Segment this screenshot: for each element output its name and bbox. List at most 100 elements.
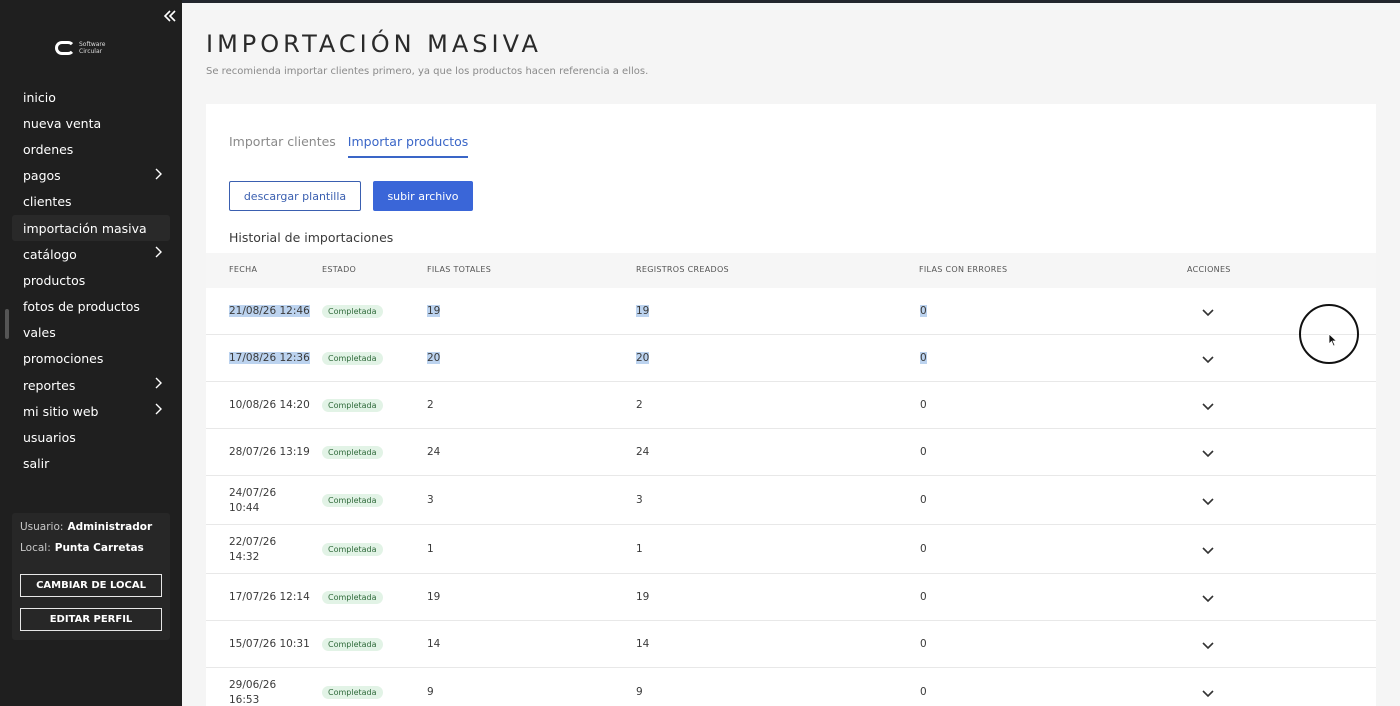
sidebar-item-clientes[interactable]: clientes (12, 189, 170, 215)
sidebar-item-mi-sitio-web[interactable]: mi sitio web (12, 398, 170, 424)
chevron-right-icon (154, 377, 164, 393)
cell-filas-con-errores: 0 (920, 543, 927, 555)
sidebar-item-pagos[interactable]: pagos (12, 163, 170, 189)
cell-registros-creados: 2 (636, 399, 643, 411)
cell-filas-totales: 14 (427, 638, 441, 650)
table-row[interactable]: 21/08/26 12:46 Completada 19 19 0 (206, 288, 1376, 335)
cell-filas-totales: 3 (427, 494, 434, 506)
history-title: Historial de importaciones (229, 230, 394, 245)
table-row[interactable]: 17/08/26 12:36 Completada 20 20 0 (206, 335, 1376, 382)
sidebar-nav: inicio nueva venta ordenes pagos clientes imp… (12, 84, 170, 477)
download-template-button[interactable]: descargar plantilla (229, 181, 361, 211)
status-badge: Completada (322, 305, 383, 318)
sidebar-item-label: fotos de productos (23, 299, 140, 315)
sidebar-item-label: mi sitio web (23, 403, 99, 419)
sidebar-item-label: ordenes (23, 141, 74, 157)
cell-registros-creados: 3 (636, 494, 643, 506)
cell-fecha: 17/08/26 12:36 (229, 352, 310, 364)
chevron-down-icon[interactable] (1201, 446, 1215, 460)
chevron-down-icon[interactable] (1201, 352, 1215, 366)
local-label: Local: (20, 542, 51, 554)
cell-filas-con-errores: 0 (920, 686, 927, 698)
sidebar-item-productos[interactable]: productos (12, 267, 170, 293)
cell-fecha: 17/07/26 12:14 (229, 591, 310, 603)
sidebar-item-label: inicio (23, 89, 56, 105)
chevron-down-icon[interactable] (1201, 305, 1215, 319)
sidebar-item-usuarios[interactable]: usuarios (12, 424, 170, 450)
sidebar-item-nueva-venta[interactable]: nueva venta (12, 110, 170, 136)
page-title: IMPORTACIÓN MASIVA (206, 30, 542, 58)
logo-text-line1: Software (79, 41, 106, 48)
chevron-down-icon[interactable] (1201, 638, 1215, 652)
status-badge: Completada (322, 591, 383, 604)
cell-fecha: 10/08/26 14:20 (229, 399, 310, 411)
tab-importar-clientes[interactable]: Importar clientes (229, 134, 336, 158)
column-header-acciones: ACCIONES (1187, 265, 1231, 274)
sidebar-item-fotos-de-productos[interactable]: fotos de productos (12, 294, 170, 320)
status-badge: Completada (322, 686, 383, 699)
cell-registros-creados: 1 (636, 543, 643, 555)
cell-filas-con-errores: 0 (920, 591, 927, 603)
table-row[interactable]: 24/07/26 10:44 Completada 3 3 0 (206, 476, 1376, 525)
cell-filas-totales: 2 (427, 399, 434, 411)
history-table-body: 21/08/26 12:46 Completada 19 19 0 17/08/26 12… (206, 288, 1376, 706)
brand-logo: Software Circular (55, 38, 115, 58)
cell-filas-totales: 19 (427, 305, 441, 317)
chevron-down-icon[interactable] (1201, 591, 1215, 605)
column-header-filas-totales: FILAS TOTALES (427, 265, 492, 274)
cell-filas-con-errores: 0 (920, 352, 927, 364)
page-subtitle: Se recomienda importar clientes primero,… (206, 66, 649, 77)
import-card: Importar clientes Importar productos des… (206, 104, 1376, 706)
chevron-down-icon[interactable] (1201, 543, 1215, 557)
sidebar-item-vales[interactable]: vales (12, 320, 170, 346)
column-header-estado: ESTADO (322, 265, 357, 274)
sidebar-item-label: pagos (23, 168, 61, 184)
table-row[interactable]: 28/07/26 13:19 Completada 24 24 0 (206, 429, 1376, 476)
sidebar-item-label: clientes (23, 194, 72, 210)
local-value: Punta Carretas (54, 542, 144, 554)
sidebar-item-salir[interactable]: salir (12, 451, 170, 477)
sidebar-item-promociones[interactable]: promociones (12, 346, 170, 372)
column-header-fecha: FECHA (229, 265, 258, 274)
cell-registros-creados: 20 (636, 352, 650, 364)
chevron-down-icon[interactable] (1201, 686, 1215, 700)
cell-registros-creados: 14 (636, 638, 650, 650)
sidebar-item-importación-masiva[interactable]: importación masiva (12, 214, 170, 242)
table-row[interactable]: 17/07/26 12:14 Completada 19 19 0 (206, 574, 1376, 621)
sidebar-item-label: vales (23, 325, 56, 341)
edit-profile-button[interactable]: EDITAR PERFIL (20, 608, 162, 631)
sidebar-item-reportes[interactable]: reportes (12, 372, 170, 398)
chevron-down-icon[interactable] (1201, 494, 1215, 508)
top-border (0, 0, 1400, 3)
table-row[interactable]: 10/08/26 14:20 Completada 2 2 0 (206, 382, 1376, 429)
tabs: Importar clientes Importar productos (229, 134, 469, 158)
cell-filas-totales: 1 (427, 543, 434, 555)
local-row: Local: Punta Carretas (20, 542, 144, 554)
sidebar-item-catálogo[interactable]: catálogo (12, 241, 170, 267)
cell-filas-con-errores: 0 (920, 494, 927, 506)
user-row: Usuario: Administrador (20, 521, 152, 533)
status-badge: Completada (322, 352, 383, 365)
upload-file-button[interactable]: subir archivo (373, 181, 473, 211)
sidebar-item-label: promociones (23, 351, 104, 367)
change-local-button[interactable]: CAMBIAR DE LOCAL (20, 574, 162, 597)
sidebar-item-inicio[interactable]: inicio (12, 84, 170, 110)
table-row[interactable]: 15/07/26 10:31 Completada 14 14 0 (206, 621, 1376, 668)
cell-filas-totales: 9 (427, 686, 434, 698)
collapse-sidebar-icon[interactable] (163, 8, 181, 28)
sidebar-item-ordenes[interactable]: ordenes (12, 136, 170, 162)
sidebar: Software Circular inicio nueva venta orden… (0, 0, 182, 706)
chevron-right-icon (154, 246, 164, 262)
sidebar-item-label: catálogo (23, 246, 77, 262)
logo-text-line2: Circular (79, 48, 103, 55)
user-value: Administrador (67, 521, 153, 533)
table-row[interactable]: 29/06/26 16:53 Completada 9 9 0 (206, 668, 1376, 706)
table-row[interactable]: 22/07/26 14:32 Completada 1 1 0 (206, 525, 1376, 574)
sidebar-scrollbar[interactable] (5, 309, 9, 339)
logo-icon (55, 41, 75, 55)
tab-importar-productos[interactable]: Importar productos (347, 134, 469, 158)
cell-fecha: 22/07/26 14:32 (229, 536, 277, 563)
status-badge: Completada (322, 543, 383, 556)
chevron-down-icon[interactable] (1201, 399, 1215, 413)
column-header-registros-creados: REGISTROS CREADOS (636, 265, 729, 274)
